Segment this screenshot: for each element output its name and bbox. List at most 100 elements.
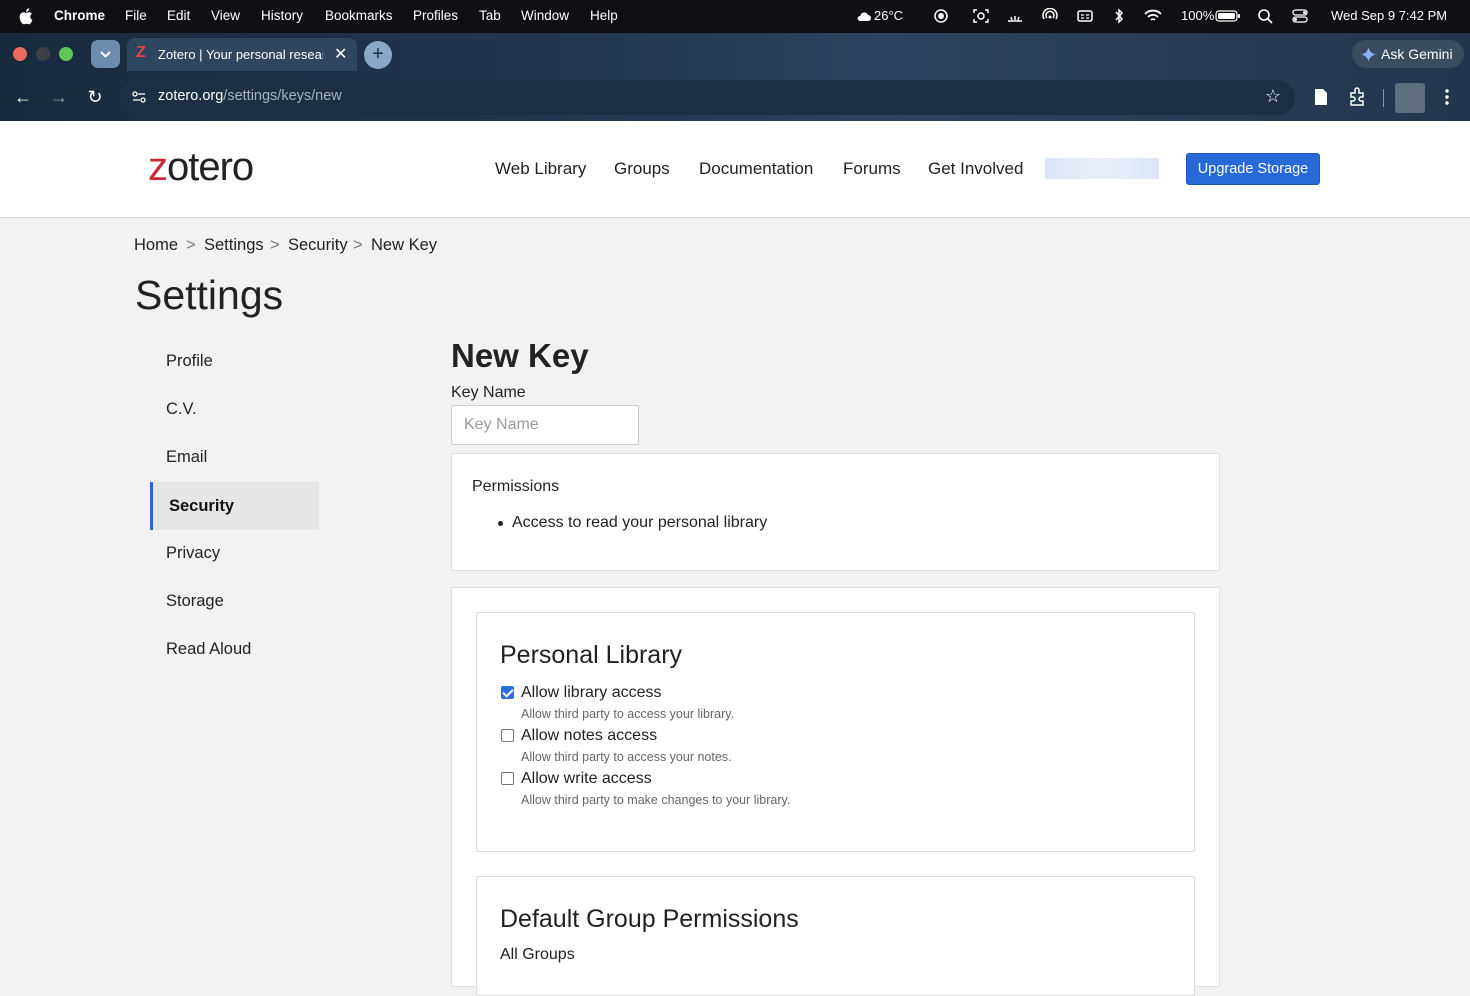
allow-notes-access-help: Allow third party to access your notes.	[521, 750, 732, 764]
sidebar-item-security[interactable]: Security	[150, 482, 319, 530]
nav-groups[interactable]: Groups	[614, 159, 670, 179]
profile-avatar[interactable]	[1395, 83, 1425, 113]
close-window-button[interactable]	[13, 47, 27, 61]
menu-window[interactable]: Window	[521, 8, 569, 23]
key-name-input[interactable]	[451, 405, 639, 445]
zotero-favicon-icon: Z	[136, 44, 146, 61]
breadcrumb-separator: >	[186, 236, 196, 254]
key-name-label: Key Name	[451, 384, 526, 401]
control-center-icon[interactable]	[1291, 8, 1309, 24]
breadcrumb-new-key: New Key	[371, 236, 438, 254]
sidebar-item-label: Security	[169, 497, 235, 515]
permission-item: Access to read your personal library	[512, 514, 768, 531]
address-bar[interactable]: zotero.org/settings/keys/new ☆	[121, 80, 1295, 115]
nav-documentation[interactable]: Documentation	[699, 159, 813, 179]
ask-gemini-label: Ask Gemini	[1381, 46, 1453, 62]
back-button[interactable]: ←	[13, 87, 33, 107]
nav-get-involved[interactable]: Get Involved	[928, 159, 1023, 179]
cloud-icon	[857, 12, 871, 21]
logo-z: z	[148, 145, 168, 189]
personal-library-heading: Personal Library	[500, 641, 683, 669]
menu-history[interactable]: History	[261, 8, 303, 23]
url-host: zotero.org	[158, 88, 224, 104]
bookmark-star-icon[interactable]: ☆	[1265, 86, 1281, 107]
apple-icon[interactable]	[18, 7, 36, 25]
browser-chrome: Z Zotero | Your personal research assist…	[0, 33, 1470, 121]
allow-write-access-checkbox[interactable]	[501, 772, 514, 785]
display-icon[interactable]	[1006, 8, 1024, 24]
reload-button[interactable]: ↻	[85, 87, 105, 107]
allow-write-access-help: Allow third party to make changes to you…	[521, 793, 791, 807]
zoom-window-button[interactable]	[59, 47, 73, 61]
close-tab-icon[interactable]: ✕	[334, 44, 347, 64]
breadcrumb-security[interactable]: Security	[288, 236, 348, 255]
menu-edit[interactable]: Edit	[167, 8, 190, 23]
permissions-summary: Permissions Access to read your personal…	[451, 453, 1220, 571]
allow-library-access-label[interactable]: Allow library access	[521, 684, 661, 702]
allow-write-access-label[interactable]: Allow write access	[521, 770, 652, 788]
sidebar-item-storage[interactable]: Storage	[166, 592, 224, 611]
upgrade-storage-button[interactable]: Upgrade Storage	[1186, 153, 1320, 185]
chevron-down-icon	[100, 51, 111, 58]
sidebar-item-read-aloud[interactable]: Read Aloud	[166, 640, 251, 659]
record-icon[interactable]	[932, 8, 950, 24]
chrome-menu-icon[interactable]	[1440, 87, 1454, 107]
active-tab[interactable]: Z Zotero | Your personal research assist…	[127, 38, 357, 71]
breadcrumb-separator: >	[353, 236, 363, 254]
spotlight-search-icon[interactable]	[1256, 8, 1274, 24]
sidebar-item-profile[interactable]: Profile	[166, 352, 213, 371]
all-groups-label: All Groups	[500, 946, 575, 963]
macos-menubar: Chrome File Edit View History Bookmarks …	[0, 0, 1470, 33]
wifi-icon[interactable]	[1144, 8, 1162, 24]
menu-bookmarks[interactable]: Bookmarks	[325, 8, 393, 23]
allow-library-access-checkbox[interactable]	[501, 686, 514, 699]
forward-button[interactable]: →	[49, 87, 69, 107]
allow-notes-access-checkbox[interactable]	[501, 729, 514, 742]
new-key-heading: New Key	[451, 337, 589, 374]
user-menu-placeholder[interactable]	[1045, 158, 1159, 179]
tab-title: Zotero | Your personal research assistan…	[158, 47, 323, 62]
bluetooth-icon[interactable]	[1110, 8, 1128, 24]
clock[interactable]: Wed Sep 9 7:42 PM	[1331, 8, 1447, 23]
page-title: Settings	[135, 272, 284, 318]
reading-list-icon[interactable]	[1312, 87, 1330, 107]
ask-gemini-button[interactable]: Ask Gemini	[1352, 40, 1464, 68]
sidebar-item-privacy[interactable]: Privacy	[166, 544, 220, 563]
url-text[interactable]: zotero.org/settings/keys/new	[158, 88, 342, 104]
battery-percent[interactable]: 100%	[1181, 8, 1214, 23]
breadcrumb-home[interactable]: Home	[134, 236, 178, 255]
battery-icon[interactable]	[1215, 8, 1241, 24]
group-permissions-heading: Default Group Permissions	[500, 905, 799, 933]
nav-web-library[interactable]: Web Library	[495, 159, 586, 179]
screenshot-icon[interactable]	[972, 8, 990, 24]
toolbar-divider	[1383, 89, 1384, 107]
weather-temp[interactable]: 26°C	[874, 8, 903, 23]
site-settings-icon[interactable]	[131, 89, 147, 105]
breadcrumb-separator: >	[270, 236, 280, 254]
group-permissions-section	[476, 876, 1195, 996]
menu-app-name[interactable]: Chrome	[54, 8, 105, 23]
nav-forums[interactable]: Forums	[843, 159, 901, 179]
menu-tab[interactable]: Tab	[479, 8, 501, 23]
allow-notes-access-label[interactable]: Allow notes access	[521, 727, 657, 745]
menu-file[interactable]: File	[125, 8, 147, 23]
allow-library-access-help: Allow third party to access your library…	[521, 707, 735, 721]
logo-rest: otero	[167, 145, 254, 189]
extensions-icon[interactable]	[1348, 87, 1368, 107]
sidebar-item-email[interactable]: Email	[166, 448, 207, 467]
menu-view[interactable]: View	[211, 8, 240, 23]
airdrop-icon[interactable]	[1041, 8, 1059, 24]
menu-help[interactable]: Help	[590, 8, 618, 23]
site-header: zotero Web Library Groups Documentation …	[0, 121, 1470, 218]
minimize-window-button[interactable]	[36, 47, 50, 61]
menu-profiles[interactable]: Profiles	[413, 8, 458, 23]
permissions-title: Permissions	[472, 478, 560, 495]
gemini-sparkle-icon	[1361, 47, 1376, 62]
zotero-logo[interactable]: zotero	[148, 145, 254, 190]
new-tab-button[interactable]: +	[364, 41, 392, 69]
list-bullet	[498, 521, 503, 526]
caption-icon[interactable]	[1076, 8, 1094, 24]
tab-search-button[interactable]	[91, 40, 120, 68]
sidebar-item-cv[interactable]: C.V.	[166, 400, 197, 419]
breadcrumb-settings[interactable]: Settings	[204, 236, 264, 255]
